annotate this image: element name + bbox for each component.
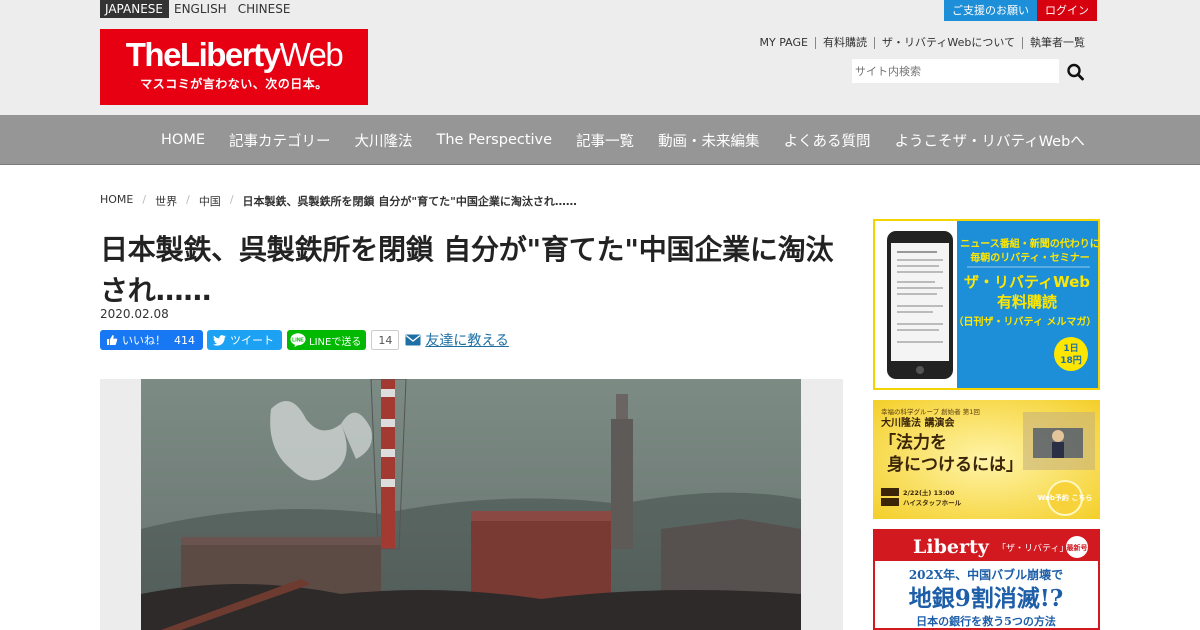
link-my-page[interactable]: MY PAGE (753, 37, 815, 49)
line-icon: LINE (290, 333, 306, 347)
twitter-bird-icon (213, 334, 226, 346)
article-title: 日本製鉄、呉製鉄所を閉鎖 自分が"育てた"中国企業に淘汰され…… (100, 233, 834, 307)
envelope-icon (405, 334, 421, 346)
breadcrumb-separator: / (142, 193, 147, 206)
svg-text:大川隆法 講演会: 大川隆法 講演会 (881, 416, 954, 429)
svg-text:有料購読: 有料購読 (997, 293, 1057, 311)
svg-text:LINE: LINE (292, 337, 304, 343)
lang-japanese[interactable]: JAPANESE (100, 0, 169, 18)
svg-text:幸福の科学グループ 創始者 第1回: 幸福の科学グループ 創始者 第1回 (881, 407, 980, 416)
support-button[interactable]: ご支援のお願い (944, 0, 1037, 21)
svg-text:1日: 1日 (1063, 343, 1078, 354)
svg-text:ハイスタッフホール: ハイスタッフホール (903, 498, 962, 507)
lecture-banner: 幸福の科学グループ 創始者 第1回 大川隆法 講演会 「法力を 身につけるには」… (873, 400, 1100, 519)
line-label: LINEで送る (309, 336, 362, 348)
breadcrumb-world[interactable]: 世界 (155, 193, 177, 209)
nav-okawa[interactable]: 大川隆法 (343, 130, 425, 151)
svg-text:Liberty: Liberty (913, 536, 990, 558)
magazine-banner: Liberty 「ザ・リバティ」 最新号 202X年、中国バブル崩壊で 地銀9割… (875, 531, 1098, 628)
nav-home[interactable]: HOME (149, 132, 217, 148)
svg-text:2/22(土) 13:00: 2/22(土) 13:00 (903, 488, 955, 497)
svg-text:202X年、中国バブル崩壊で: 202X年、中国バブル崩壊で (909, 567, 1063, 582)
tweet-button[interactable]: ツイート (207, 330, 282, 350)
article-date: 2020.02.08 (100, 307, 169, 321)
tell-friend-link[interactable]: 友達に教える (405, 330, 509, 350)
site-logo[interactable]: TheLibertyWeb マスコミが言わない、次の日本。 (100, 29, 368, 105)
thumbs-up-icon (107, 335, 118, 345)
lang-chinese[interactable]: CHINESE (233, 0, 297, 18)
search-input[interactable] (852, 59, 1059, 83)
sidebar-ad-magazine[interactable]: Liberty 「ザ・リバティ」 最新号 202X年、中国バブル崩壊で 地銀9割… (873, 529, 1100, 630)
like-count: 414 (174, 333, 195, 347)
lang-english[interactable]: ENGLISH (169, 0, 233, 18)
breadcrumb-home[interactable]: HOME (100, 193, 133, 209)
sidebar-ad-subscription[interactable]: ニュース番組・新聞の代わりに 毎朝のリバティ・セミナー ザ・リバティWeb 有料… (873, 219, 1100, 390)
tweet-label: ツイート (230, 334, 274, 347)
line-share-button[interactable]: LINE LINEで送る (287, 330, 367, 350)
facebook-like-button[interactable]: いいね！ 414 (100, 330, 203, 350)
login-button[interactable]: ログイン (1037, 0, 1097, 21)
steelworks-photo (141, 379, 801, 630)
link-authors[interactable]: 執筆者一覧 (1022, 37, 1092, 49)
svg-text:ニュース番組・新聞の代わりに: ニュース番組・新聞の代わりに (960, 237, 1098, 250)
language-switcher: JAPANESE ENGLISH CHINESE (100, 0, 296, 18)
logo-wordmark: TheLibertyWeb (125, 36, 344, 73)
svg-text:「ザ・リバティ」: 「ザ・リバティ」 (997, 543, 1068, 554)
share-bar: いいね！ 414 ツイート LINE LINEで送る 14 友達に教える (100, 330, 509, 350)
search-icon (1067, 63, 1084, 81)
nav-articles[interactable]: 記事一覧 (564, 130, 646, 151)
subscription-banner: ニュース番組・新聞の代わりに 毎朝のリバティ・セミナー ザ・リバティWeb 有料… (875, 221, 1098, 388)
nav-perspective[interactable]: The Perspective (425, 132, 565, 148)
svg-text:ザ・リバティWeb: ザ・リバティWeb (964, 273, 1090, 291)
article-hero-image (100, 379, 843, 630)
svg-text:地銀9割消滅!?: 地銀9割消滅!? (909, 585, 1064, 612)
svg-text:身につけるには」: 身につけるには」 (887, 454, 1023, 475)
utility-links: MY PAGE 有料購読 ザ・リバティWebについて 執筆者一覧 (753, 37, 1092, 49)
breadcrumb-separator: / (229, 193, 234, 206)
like-label: いいね！ (122, 334, 166, 347)
svg-text:18円: 18円 (1060, 355, 1082, 366)
main-nav: HOME 記事カテゴリー 大川隆法 The Perspective 記事一覧 動… (0, 115, 1200, 165)
svg-text:「法力を: 「法力を (879, 432, 947, 453)
breadcrumb-current: 日本製鉄、呉製鉄所を閉鎖 自分が"育てた"中国企業に淘汰され…… (242, 195, 577, 208)
breadcrumb: HOME / 世界 / 中国 / 日本製鉄、呉製鉄所を閉鎖 自分が"育てた"中国… (100, 193, 577, 209)
nav-welcome[interactable]: ようこそザ・リバティWebへ (883, 130, 1097, 151)
logo-tagline: マスコミが言わない、次の日本。 (140, 77, 328, 91)
line-count: 14 (371, 330, 400, 350)
account-buttons: ご支援のお願い ログイン (944, 0, 1097, 21)
breadcrumb-china[interactable]: 中国 (199, 193, 221, 209)
svg-text:最新号: 最新号 (1067, 543, 1088, 552)
nav-videos[interactable]: 動画・未来編集 (646, 130, 772, 151)
nav-categories[interactable]: 記事カテゴリー (217, 130, 343, 151)
sidebar-ad-lecture[interactable]: 幸福の科学グループ 創始者 第1回 大川隆法 講演会 「法力を 身につけるには」… (873, 400, 1100, 519)
breadcrumb-separator: / (186, 193, 190, 206)
link-about[interactable]: ザ・リバティWebについて (874, 37, 1022, 49)
link-subscription[interactable]: 有料購読 (815, 37, 874, 49)
search-button[interactable] (1064, 61, 1088, 83)
svg-text:日本の銀行を救う5つの方法: 日本の銀行を救う5つの方法 (916, 614, 1056, 628)
site-header: JAPANESE ENGLISH CHINESE ご支援のお願い ログイン Th… (0, 0, 1200, 115)
nav-faq[interactable]: よくある質問 (772, 130, 883, 151)
svg-text:（日刊ザ・リバティ メルマガ）: （日刊ザ・リバティ メルマガ） (954, 315, 1097, 328)
svg-text:Web予約 こちら: Web予約 こちら (1038, 493, 1093, 502)
tell-friend-label: 友達に教える (425, 333, 509, 349)
svg-text:毎朝のリバティ・セミナー: 毎朝のリバティ・セミナー (970, 251, 1089, 264)
